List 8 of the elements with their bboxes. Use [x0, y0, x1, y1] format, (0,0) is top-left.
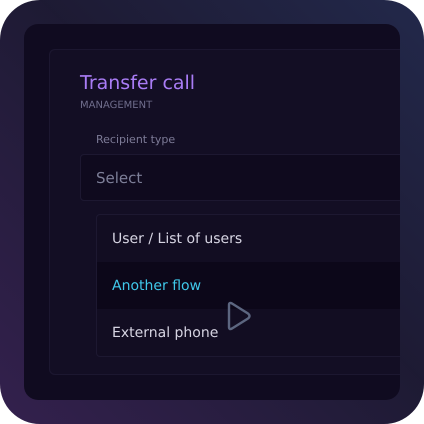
play-icon — [226, 301, 252, 331]
select-field[interactable]: Select — [80, 154, 400, 201]
dropdown-option[interactable]: External phone — [97, 309, 400, 356]
dropdown-option[interactable]: User / List of users — [97, 215, 400, 262]
field-label: Recipient type — [96, 133, 176, 146]
card-subtitle: MANAGEMENT — [80, 100, 154, 111]
card-title: Transfer call — [80, 72, 196, 94]
dropdown-option[interactable]: Another flow — [97, 262, 400, 309]
